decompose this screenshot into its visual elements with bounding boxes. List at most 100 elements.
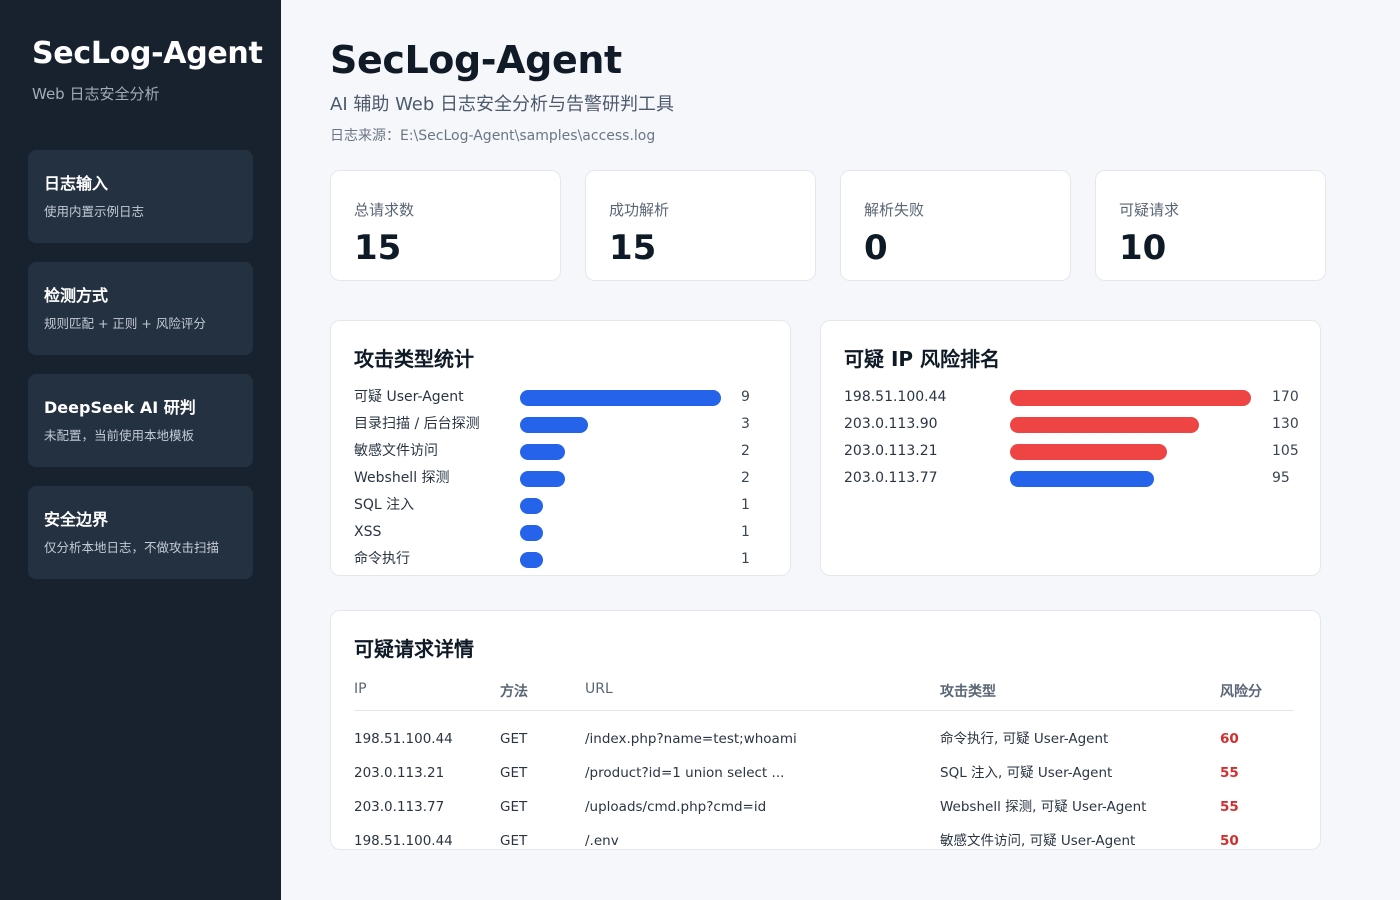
ip-risk-row: 203.0.113.90 130 <box>844 414 1312 434</box>
cell-method: GET <box>500 731 528 747</box>
bar-track <box>1010 390 1251 406</box>
cell-ip: 203.0.113.77 <box>354 799 445 815</box>
attack-type-row: 目录扫描 / 后台探测 3 <box>354 414 781 434</box>
cell-attack-type: 命令执行, 可疑 User-Agent <box>940 731 1109 747</box>
bar-value: 1 <box>741 551 750 567</box>
sidebar-card-log-input: 日志输入 使用内置示例日志 <box>28 150 253 243</box>
bar-label: SQL 注入 <box>354 497 415 513</box>
bar-fill <box>520 525 543 541</box>
suspicious-detail-panel: 可疑请求详情 IP 方法 URL 攻击类型 风险分 198.51.100.44 G… <box>330 610 1321 850</box>
attack-type-row: Webshell 探测 2 <box>354 468 781 488</box>
sidebar-subtitle: Web 日志安全分析 <box>32 85 160 103</box>
stat-value: 15 <box>609 228 657 268</box>
sidebar-card-title: DeepSeek AI 研判 <box>44 398 196 417</box>
sidebar-card-desc: 使用内置示例日志 <box>44 204 145 219</box>
column-header-score: 风险分 <box>1220 684 1262 700</box>
stat-card-suspicious: 可疑请求 10 <box>1095 170 1326 281</box>
cell-risk-score: 55 <box>1220 765 1239 781</box>
bar-value: 2 <box>741 443 750 459</box>
sidebar-card-boundary: 安全边界 仅分析本地日志，不做攻击扫描 <box>28 486 253 579</box>
bar-fill <box>520 390 721 406</box>
stat-label: 解析失败 <box>864 201 925 219</box>
column-header-url: URL <box>585 681 613 697</box>
sidebar-card-desc: 未配置，当前使用本地模板 <box>44 428 195 443</box>
table-row[interactable]: 203.0.113.77 GET/uploads/cmd.php?cmd=id We… <box>331 797 1320 817</box>
bar-label: Webshell 探测 <box>354 470 450 486</box>
cell-url: /index.php?name=test;whoami <box>585 731 797 747</box>
panel-title: 可疑 IP 风险排名 <box>844 347 1001 371</box>
bar-fill <box>520 552 543 568</box>
bar-track <box>520 471 721 487</box>
bar-value: 1 <box>741 524 750 540</box>
sidebar-card-detection: 检测方式 规则匹配 + 正则 + 风险评分 <box>28 262 253 355</box>
attack-type-row: SQL 注入 1 <box>354 495 781 515</box>
cell-ip: 198.51.100.44 <box>354 731 453 747</box>
bar-label: XSS <box>354 524 382 540</box>
bar-track <box>520 552 721 568</box>
attack-type-row: XSS 1 <box>354 522 781 542</box>
cell-method: GET <box>500 765 528 781</box>
bar-label: 敏感文件访问 <box>354 443 438 459</box>
cell-ip: 203.0.113.21 <box>354 765 445 781</box>
table-row[interactable]: 198.51.100.44 GET /.env 敏感文件访问, 可疑 User-Age… <box>331 831 1320 849</box>
ip-risk-row: 203.0.113.77 95 <box>844 468 1312 488</box>
bar-label: 203.0.113.21 <box>844 443 938 459</box>
attack-type-row: 敏感文件访问 2 <box>354 441 781 461</box>
cell-url: /.env <box>585 833 619 849</box>
log-source: 日志来源：E:\SecLog-Agent\samples\access.log <box>330 128 656 144</box>
column-header-method: 方法 <box>500 684 528 700</box>
cell-risk-score: 60 <box>1220 731 1239 747</box>
ip-risk-row: 203.0.113.21 105 <box>844 441 1312 461</box>
cell-method: GET <box>500 833 528 849</box>
table-row[interactable]: 198.51.100.44 GET/index.php?name=test;who… <box>331 729 1320 749</box>
bar-track <box>1010 417 1251 433</box>
bar-label: 203.0.113.77 <box>844 470 938 486</box>
panel-title: 攻击类型统计 <box>354 347 474 371</box>
bar-track <box>520 444 721 460</box>
cell-attack-type: SQL 注入, 可疑 User-Agent <box>940 765 1113 781</box>
cell-method: GET <box>500 799 528 815</box>
sidebar: SecLog-Agent Web 日志安全分析 日志输入 使用内置示例日志 检测… <box>0 0 281 900</box>
cell-risk-score: 50 <box>1220 833 1239 849</box>
attack-type-row: 可疑 User-Agent 9 <box>354 387 781 407</box>
bar-fill <box>1010 444 1167 460</box>
cell-attack-type: 敏感文件访问, 可疑 User-Agent <box>940 833 1136 849</box>
bar-track <box>520 390 721 406</box>
cell-risk-score: 55 <box>1220 799 1239 815</box>
sidebar-card-title: 安全边界 <box>44 510 109 529</box>
bar-fill <box>1010 390 1251 406</box>
stat-card-parsed: 成功解析 15 <box>585 170 816 281</box>
table-divider <box>354 710 1294 711</box>
sidebar-card-desc: 仅分析本地日志，不做攻击扫描 <box>44 540 220 555</box>
ip-risk-row: 198.51.100.44 170 <box>844 387 1312 407</box>
bar-label: 198.51.100.44 <box>844 389 947 405</box>
bar-track <box>520 525 721 541</box>
page-title: SecLog-Agent <box>330 38 622 82</box>
bar-track <box>1010 444 1251 460</box>
panel-title: 可疑请求详情 <box>354 637 474 661</box>
bar-value: 1 <box>741 497 750 513</box>
stat-label: 总请求数 <box>354 201 415 219</box>
sidebar-card-desc: 规则匹配 + 正则 + 风险评分 <box>44 316 206 331</box>
table-row[interactable]: 203.0.113.21 GET/product?id=1 union selec… <box>331 763 1320 783</box>
stat-label: 成功解析 <box>609 201 670 219</box>
stat-value: 15 <box>354 228 402 268</box>
sidebar-card-title: 检测方式 <box>44 286 109 305</box>
bar-label: 203.0.113.90 <box>844 416 938 432</box>
bar-label: 命令执行 <box>354 551 410 567</box>
sidebar-title: SecLog-Agent <box>32 36 263 71</box>
sidebar-card-title: 日志输入 <box>44 174 109 193</box>
bar-value: 2 <box>741 470 750 486</box>
bar-label: 目录扫描 / 后台探测 <box>354 416 480 432</box>
column-header-attack: 攻击类型 <box>940 684 996 700</box>
bar-track <box>1010 471 1251 487</box>
bar-fill <box>520 417 588 433</box>
bar-label: 可疑 User-Agent <box>354 389 464 405</box>
bar-track <box>520 417 721 433</box>
bar-value: 3 <box>741 416 750 432</box>
stat-value: 0 <box>864 228 888 268</box>
bar-fill <box>1010 417 1199 433</box>
bar-value: 9 <box>741 389 750 405</box>
bar-value: 130 <box>1272 416 1299 432</box>
sidebar-card-ai: DeepSeek AI 研判 未配置，当前使用本地模板 <box>28 374 253 467</box>
